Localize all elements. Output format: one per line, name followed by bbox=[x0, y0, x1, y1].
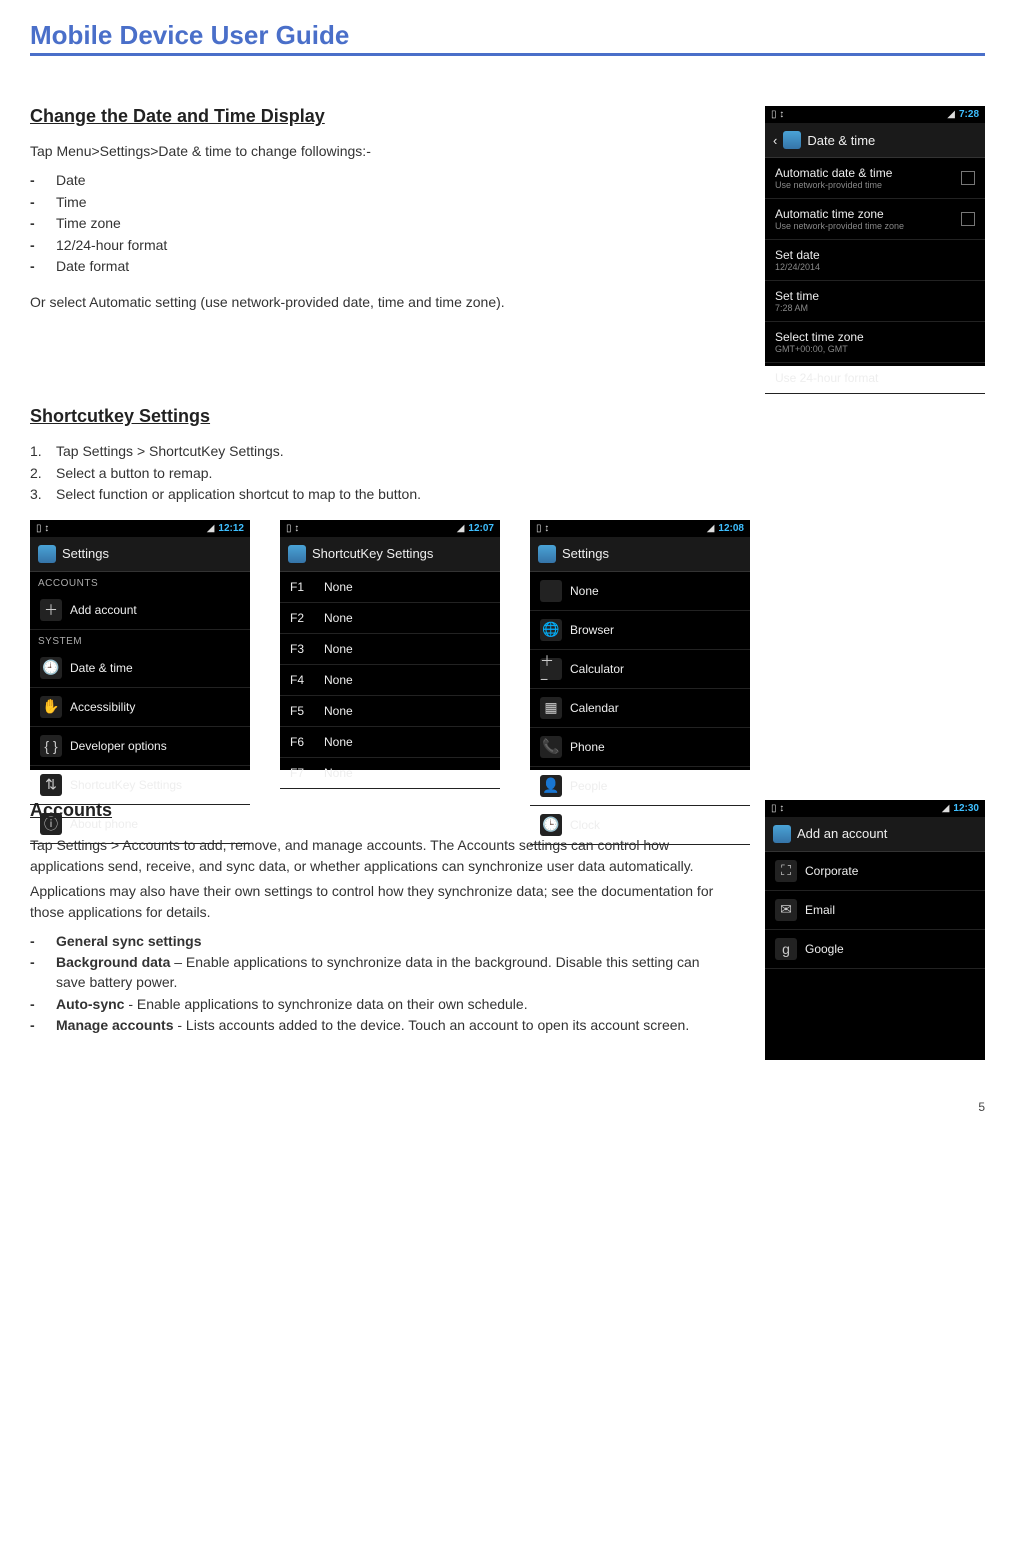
app-icon bbox=[538, 545, 556, 563]
signal-icon: ◢ bbox=[942, 803, 950, 814]
settings-row[interactable]: F4None bbox=[280, 665, 500, 696]
screen-title: Date & time bbox=[807, 133, 875, 148]
app-icon bbox=[288, 545, 306, 563]
settings-row[interactable]: F2None bbox=[280, 603, 500, 634]
settings-row[interactable]: ＋−Calculator bbox=[530, 650, 750, 689]
app-icon bbox=[773, 825, 791, 843]
settings-row[interactable]: ⛶Corporate bbox=[765, 852, 985, 891]
status-time: 12:07 bbox=[468, 523, 494, 534]
settings-row[interactable]: Automatic time zoneUse network-provided … bbox=[765, 199, 985, 240]
row-icon: ＋ bbox=[40, 599, 62, 621]
checkbox-icon[interactable] bbox=[961, 212, 975, 226]
settings-row[interactable]: Set time7:28 AM bbox=[765, 281, 985, 322]
signal-icon: ◢ bbox=[457, 523, 465, 534]
app-icon bbox=[783, 131, 801, 149]
status-icons: ▯ ↕ bbox=[771, 803, 784, 814]
back-icon[interactable]: ‹ bbox=[773, 133, 777, 148]
list-item: Background data – Enable applications to… bbox=[30, 952, 725, 993]
signal-icon: ◢ bbox=[947, 109, 955, 120]
settings-row[interactable]: 🕘Date & time bbox=[30, 649, 250, 688]
status-time: 12:12 bbox=[218, 523, 244, 534]
list-item: Time zone bbox=[30, 213, 725, 235]
app-icon bbox=[540, 580, 562, 602]
settings-row[interactable]: Automatic date & timeUse network-provide… bbox=[765, 158, 985, 199]
accounts-options-list: General sync settingsBackground data – E… bbox=[30, 931, 725, 1037]
section-label: ACCOUNTS bbox=[30, 572, 250, 591]
list-item: General sync settings bbox=[30, 931, 725, 953]
app-icon: ▦ bbox=[540, 697, 562, 719]
status-time: 12:30 bbox=[953, 803, 979, 814]
screenshot-settings: ▯ ↕ ◢ 12:12 Settings ACCOUNTS＋Add accoun… bbox=[30, 520, 250, 770]
date-time-options-list: Date Time Time zone 12/24-hour format Da… bbox=[30, 170, 725, 278]
row-icon: { } bbox=[40, 735, 62, 757]
settings-row[interactable]: ✋Accessibility bbox=[30, 688, 250, 727]
settings-row[interactable]: F7None bbox=[280, 758, 500, 789]
heading-accounts: Accounts bbox=[30, 800, 725, 821]
settings-row[interactable]: ▦Calendar bbox=[530, 689, 750, 728]
status-icons: ▯ ↕ bbox=[286, 523, 299, 534]
outro-text: Or select Automatic setting (use network… bbox=[30, 292, 725, 313]
account-icon: ✉ bbox=[775, 899, 797, 921]
settings-row[interactable]: F3None bbox=[280, 634, 500, 665]
row-icon: ✋ bbox=[40, 696, 62, 718]
screenshot-date-time: ▯ ↕ ◢ 7:28 ‹ Date & time Automatic date … bbox=[765, 106, 985, 366]
heading-date-time: Change the Date and Time Display bbox=[30, 106, 725, 127]
screen-title: Settings bbox=[62, 546, 109, 561]
checkbox-icon[interactable] bbox=[961, 171, 975, 185]
screenshot-shortcutkey: ▯ ↕ ◢ 12:07 ShortcutKey Settings F1NoneF… bbox=[280, 520, 500, 770]
account-icon: g bbox=[775, 938, 797, 960]
settings-row[interactable]: F1None bbox=[280, 572, 500, 603]
status-icons: ▯ ↕ bbox=[536, 523, 549, 534]
settings-row[interactable]: ✉Email bbox=[765, 891, 985, 930]
app-icon: 👤 bbox=[540, 775, 562, 797]
list-item: Date format bbox=[30, 256, 725, 278]
signal-icon: ◢ bbox=[207, 523, 215, 534]
screen-title: Add an account bbox=[797, 826, 887, 841]
shortcutkey-steps: Tap Settings > ShortcutKey Settings. Sel… bbox=[30, 441, 985, 506]
app-icon: 📞 bbox=[540, 736, 562, 758]
list-item: Manage accounts - Lists accounts added t… bbox=[30, 1015, 725, 1037]
status-time: 12:08 bbox=[718, 523, 744, 534]
heading-shortcutkey: Shortcutkey Settings bbox=[30, 406, 985, 427]
list-item: Select a button to remap. bbox=[30, 463, 985, 485]
settings-row[interactable]: F6None bbox=[280, 727, 500, 758]
row-icon: ⇅ bbox=[40, 774, 62, 796]
section-label: SYSTEM bbox=[30, 630, 250, 649]
page-title: Mobile Device User Guide bbox=[30, 20, 985, 56]
account-icon: ⛶ bbox=[775, 860, 797, 882]
app-icon: 🌐 bbox=[540, 619, 562, 641]
settings-row[interactable]: gGoogle bbox=[765, 930, 985, 969]
screen-title: Settings bbox=[562, 546, 609, 561]
list-item: Tap Settings > ShortcutKey Settings. bbox=[30, 441, 985, 463]
settings-row[interactable]: Select time zoneGMT+00:00, GMT bbox=[765, 322, 985, 363]
app-icon bbox=[38, 545, 56, 563]
settings-row[interactable]: ＋Add account bbox=[30, 591, 250, 630]
list-item: Select function or application shortcut … bbox=[30, 484, 985, 506]
intro-text: Tap Menu>Settings>Date & time to change … bbox=[30, 141, 725, 162]
settings-row[interactable]: F5None bbox=[280, 696, 500, 727]
screenshot-app-picker: ▯ ↕ ◢ 12:08 Settings None🌐Browser＋−Calcu… bbox=[530, 520, 750, 770]
status-time: 7:28 bbox=[959, 109, 979, 120]
settings-row[interactable]: 🌐Browser bbox=[530, 611, 750, 650]
screen-title: ShortcutKey Settings bbox=[312, 546, 433, 561]
settings-row[interactable]: { }Developer options bbox=[30, 727, 250, 766]
status-icons: ▯ ↕ bbox=[36, 523, 49, 534]
settings-row[interactable]: Set date12/24/2014 bbox=[765, 240, 985, 281]
list-item: 12/24-hour format bbox=[30, 235, 725, 257]
list-item: Date bbox=[30, 170, 725, 192]
accounts-p2: Applications may also have their own set… bbox=[30, 881, 725, 923]
row-icon: 🕘 bbox=[40, 657, 62, 679]
signal-icon: ◢ bbox=[707, 523, 715, 534]
status-icons: ▯ ↕ bbox=[771, 109, 784, 120]
accounts-p1: Tap Settings > Accounts to add, remove, … bbox=[30, 835, 725, 877]
app-icon: ＋− bbox=[540, 658, 562, 680]
list-item: Time bbox=[30, 192, 725, 214]
screenshot-add-account: ▯ ↕ ◢ 12:30 Add an account ⛶Corporate✉Em… bbox=[765, 800, 985, 1060]
list-item: Auto-sync - Enable applications to synch… bbox=[30, 994, 725, 1016]
page-number: 5 bbox=[30, 1100, 985, 1114]
settings-row[interactable]: Use 24-hour format bbox=[765, 363, 985, 394]
settings-row[interactable]: None bbox=[530, 572, 750, 611]
settings-row[interactable]: 📞Phone bbox=[530, 728, 750, 767]
